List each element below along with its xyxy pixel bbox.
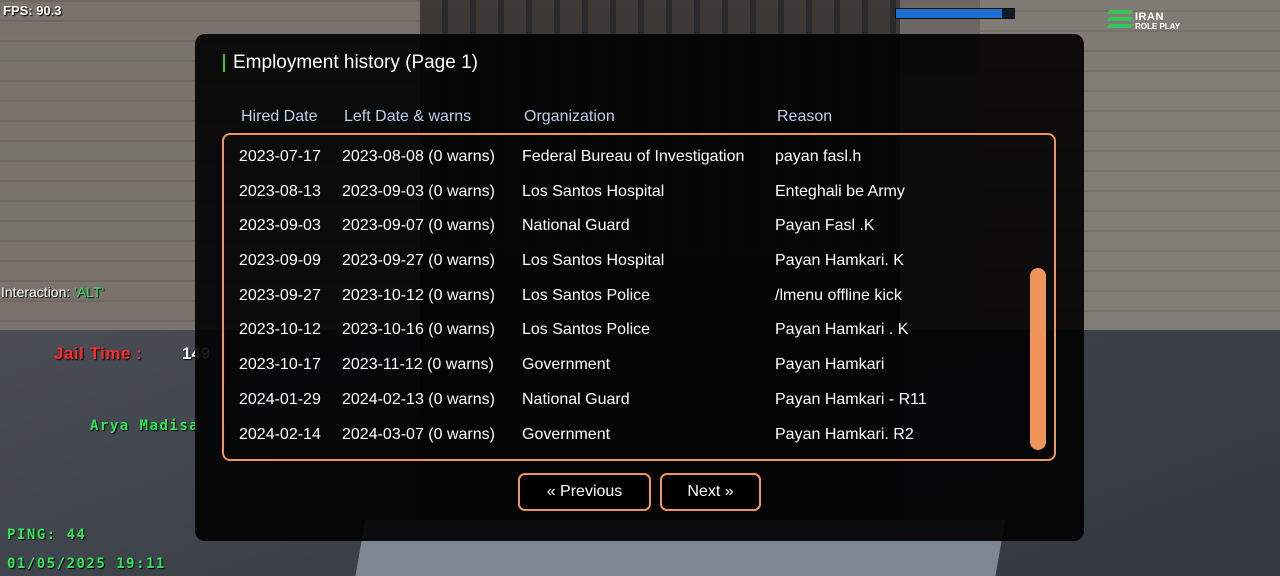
jail-time-label: Jail Time : — [54, 344, 143, 363]
health-bar-fill — [896, 9, 1003, 18]
table-header: Hired Date Left Date & warns Organizatio… — [241, 108, 1061, 128]
table-row[interactable]: 2023-08-13 2023-09-03 (0 warns) Los Santos… — [224, 178, 1024, 213]
employment-history-dialog: Employment history (Page 1) Hired Date L… — [195, 34, 1084, 541]
fps-counter: FPS: 90.3 — [3, 3, 62, 18]
dialog-title: Employment history (Page 1) — [223, 53, 478, 72]
cell-left-date: 2023-10-12 (0 warns) — [342, 286, 495, 304]
interaction-key: 'ALT' — [74, 284, 105, 300]
table-row[interactable]: 2023-09-27 2023-10-12 (0 warns) Los Santos… — [224, 282, 1024, 317]
column-header-organization: Organization — [524, 108, 615, 125]
health-bar — [895, 8, 1015, 19]
cell-hired-date: 2023-10-12 — [239, 321, 321, 339]
cell-hired-date: 2023-08-13 — [239, 182, 321, 200]
cell-reason: Payan Hamkari — [775, 356, 885, 374]
cell-reason: payan fasl.h — [775, 148, 862, 165]
table-row[interactable]: 2023-10-17 2023-11-12 (0 warns) Government… — [224, 351, 1024, 386]
cell-left-date: 2023-08-08 (0 warns) — [342, 148, 495, 165]
cell-hired-date: 2023-09-27 — [239, 286, 321, 304]
table-row[interactable]: 2024-01-29 2024-02-13 (0 warns) National G… — [224, 386, 1024, 421]
cell-left-date: 2024-03-07 (0 warns) — [342, 425, 495, 443]
history-table[interactable]: 2023-07-17 2023-08-08 (0 warns) Federal Bu… — [222, 133, 1056, 461]
game-scene: FPS: 90.3 IRAN ROLE PLAY Interaction: 'A… — [0, 0, 1280, 576]
cell-organization: National Guard — [522, 390, 630, 408]
cell-organization: Government — [522, 425, 611, 443]
player-name: Arya Madisa — [90, 418, 200, 434]
logo-subtitle: ROLE PLAY — [1135, 22, 1181, 31]
cell-hired-date: 2023-10-17 — [239, 356, 321, 374]
cell-organization: Los Santos Police — [522, 286, 651, 304]
history-table-rows: 2023-07-17 2023-08-08 (0 warns) Federal Bu… — [224, 143, 1024, 455]
server-logo: IRAN ROLE PLAY — [1106, 8, 1188, 34]
cell-organization: Government — [522, 356, 611, 374]
cell-hired-date: 2023-09-09 — [239, 252, 321, 270]
cell-left-date: 2023-10-16 (0 warns) — [342, 321, 495, 339]
datetime-display: 01/05/2025 19:11 — [7, 556, 166, 572]
table-row[interactable]: 2023-07-17 2023-08-08 (0 warns) Federal Bu… — [224, 143, 1024, 178]
table-row[interactable]: 2023-10-12 2023-10-16 (0 warns) Los Santos… — [224, 316, 1024, 351]
cell-left-date: 2023-09-07 (0 warns) — [342, 217, 495, 235]
column-header-reason: Reason — [777, 108, 833, 125]
cell-reason: Payan Hamkari - R11 — [775, 390, 927, 408]
cell-reason: Enteghali be Army — [775, 182, 905, 200]
column-header-left-date: Left Date & warns — [344, 108, 472, 125]
column-header-hired-date: Hired Date — [241, 108, 318, 125]
next-page-button[interactable]: Next » — [660, 473, 761, 511]
cell-organization: Federal Bureau of Investigation — [522, 148, 745, 165]
cell-reason: Payan Hamkari . K — [775, 321, 909, 339]
cell-reason: Payan Hamkari. R2 — [775, 425, 914, 443]
cell-organization: National Guard — [522, 217, 630, 235]
logo-mark-icon — [1106, 10, 1134, 32]
cell-left-date: 2023-11-12 (0 warns) — [342, 356, 494, 374]
table-row[interactable]: 2024-02-14 2024-03-07 (0 warns) Government… — [224, 421, 1024, 456]
cell-reason: Payan Hamkari. K — [775, 252, 904, 270]
table-row[interactable]: 2023-09-03 2023-09-07 (0 warns) National G… — [224, 212, 1024, 247]
cell-reason: Payan Fasl .K — [775, 217, 875, 235]
previous-page-button[interactable]: « Previous — [518, 473, 651, 511]
table-row[interactable]: 2023-09-09 2023-09-27 (0 warns) Los Santos… — [224, 247, 1024, 282]
cell-hired-date: 2024-01-29 — [239, 390, 321, 408]
cell-reason: /lmenu offline kick — [775, 286, 902, 304]
cell-left-date: 2023-09-03 (0 warns) — [342, 182, 495, 200]
cell-hired-date: 2023-07-17 — [239, 148, 321, 165]
cell-left-date: 2023-09-27 (0 warns) — [342, 252, 495, 270]
cell-organization: Los Santos Hospital — [522, 182, 665, 200]
interaction-label: Interaction: — [1, 284, 75, 300]
cell-left-date: 2024-02-13 (0 warns) — [342, 390, 495, 408]
cell-organization: Los Santos Hospital — [522, 252, 665, 270]
interaction-hint: Interaction: 'ALT' — [1, 284, 104, 300]
cell-hired-date: 2024-02-14 — [239, 425, 321, 443]
ping-indicator: PING: 44 — [7, 527, 87, 543]
cell-organization: Los Santos Police — [522, 321, 651, 339]
cell-hired-date: 2023-09-03 — [239, 217, 321, 235]
table-scrollbar[interactable] — [1030, 268, 1046, 450]
